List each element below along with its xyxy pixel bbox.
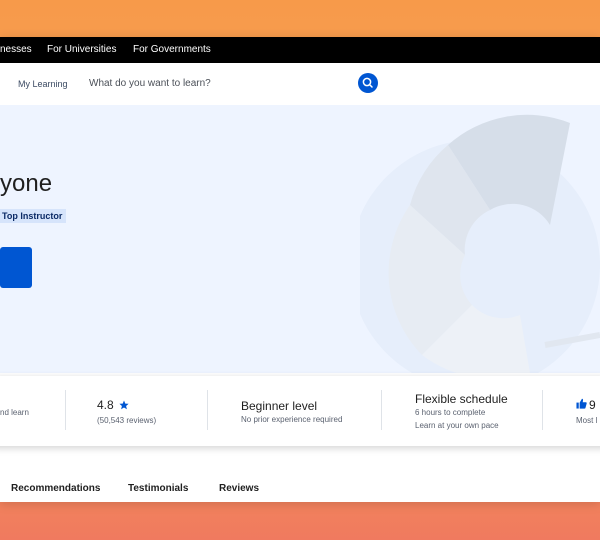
course-tabs: Recommendations Testimonials Reviews [0,483,430,502]
course-title: yone [0,170,53,197]
enroll-button[interactable] [0,247,32,288]
divider [65,390,66,430]
level-sub: No prior experience required [241,415,343,424]
thumbs-up-icon [576,398,587,409]
search-icon [362,77,373,88]
top-instructor-badge: Top Instructor [0,209,67,223]
topbar-link-governments[interactable]: For Governments [133,44,211,55]
tab-testimonials[interactable]: Testimonials [128,483,188,494]
schedule-duration: 6 hours to complete [415,408,486,417]
course-hero: yone Top Instructor [0,105,600,373]
rating-reviews[interactable]: (50,543 reviews) [97,416,156,425]
level-title: Beginner level [241,399,318,413]
search-input[interactable]: What do you want to learn? [89,78,211,89]
divider [381,390,382,430]
recommend-value: 9 [589,398,596,412]
search-button[interactable] [358,73,378,93]
browser-window: nesses For Universities For Governments … [0,37,600,502]
tab-reviews[interactable]: Reviews [219,483,259,494]
hero-decorative-ring [360,114,600,373]
main-navbar: My Learning What do you want to learn? [0,63,600,106]
star-icon [119,400,129,410]
schedule-pace: Learn at your own pace [415,421,499,430]
course-stats-card: nd learn 4.8 (50,543 reviews) Beginner l… [0,376,600,446]
my-learning-link[interactable]: My Learning [18,79,68,89]
rating-value: 4.8 [97,398,114,412]
recommend-sub: Most l [576,416,598,425]
divider [542,390,543,430]
schedule-title: Flexible schedule [415,392,508,406]
topbar-link-businesses[interactable]: nesses [0,44,32,55]
tab-recommendations[interactable]: Recommendations [11,483,100,494]
divider [207,390,208,430]
top-audience-bar: nesses For Universities For Governments [0,37,600,63]
topbar-link-universities[interactable]: For Universities [47,44,116,55]
stat-skills-sub: nd learn [0,408,29,417]
